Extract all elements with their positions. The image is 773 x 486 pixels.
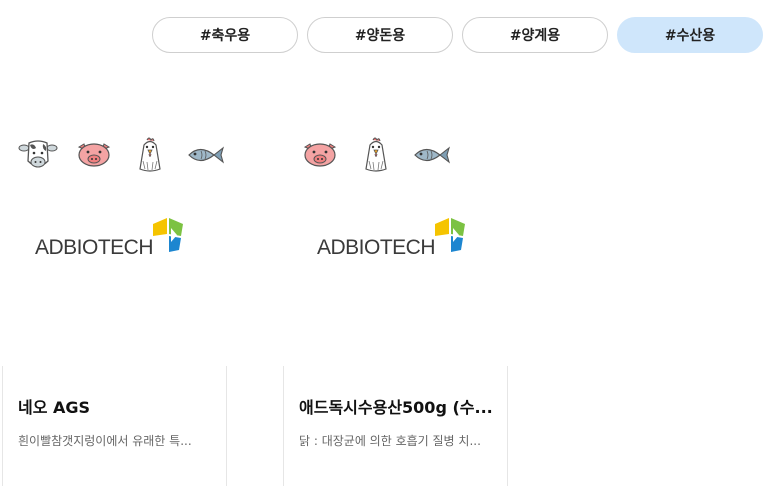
- product-card-1[interactable]: 네오 AGS 흰이빨참갯지렁이에서 유래한 특...: [2, 366, 227, 486]
- fish-icon: [414, 146, 450, 164]
- adbiotech-logo: ADBIOTECH: [317, 216, 467, 260]
- pig-icon: [77, 143, 111, 167]
- product-description: 흰이빨참갯지렁이에서 유래한 특...: [18, 434, 192, 448]
- tab-poultry[interactable]: #양계용: [462, 17, 608, 53]
- tab-swine[interactable]: #양돈용: [307, 17, 453, 53]
- logo-wordmark: ADBIOTECH: [35, 236, 154, 259]
- animal-icons: [18, 135, 226, 175]
- logo-mark-icon: [153, 218, 184, 252]
- product-description: 닭 : 대장균에 의한 호흡기 질병 치...: [299, 434, 481, 448]
- chicken-icon: [139, 137, 161, 172]
- animal-icons: [300, 135, 452, 175]
- category-tabs: #축우용 #양돈용 #양계용 #수산용: [152, 17, 763, 53]
- chicken-icon: [365, 137, 387, 172]
- logo-mark-icon: [435, 218, 466, 252]
- tab-aquaculture[interactable]: #수산용: [617, 17, 763, 53]
- fish-icon: [188, 146, 224, 164]
- product-title[interactable]: 네오 AGS: [18, 394, 90, 418]
- product-card-2-image[interactable]: ADBIOTECH: [300, 135, 466, 259]
- cow-icon: [18, 140, 58, 168]
- product-title[interactable]: 애드독시수용산500g (수...: [299, 394, 493, 418]
- logo-wordmark: ADBIOTECH: [317, 236, 436, 259]
- tab-cattle[interactable]: #축우용: [152, 17, 298, 53]
- product-card-1-image[interactable]: ADBIOTECH: [18, 135, 226, 259]
- pig-icon: [303, 143, 337, 167]
- adbiotech-logo: ADBIOTECH: [35, 216, 185, 260]
- product-card-2[interactable]: 애드독시수용산500g (수... 닭 : 대장균에 의한 호흡기 질병 치..…: [283, 366, 508, 486]
